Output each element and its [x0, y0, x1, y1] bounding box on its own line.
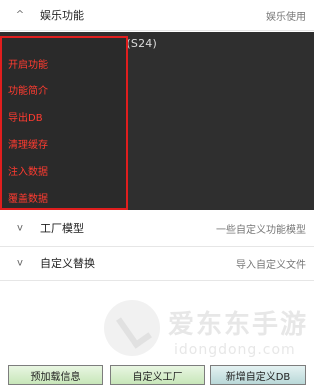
chevron-up-icon: ^	[15, 9, 25, 21]
divider	[0, 280, 314, 281]
row-entertainment[interactable]: ^ 娱乐功能 娱乐使用	[0, 0, 314, 30]
menu-item-overwrite-data[interactable]: 覆盖数据	[8, 190, 48, 205]
menu-item-enable[interactable]: 开启功能	[8, 56, 48, 71]
divider	[0, 30, 314, 31]
watermark-logo-icon	[104, 300, 160, 356]
menu-item-intro[interactable]: 功能简介	[8, 82, 48, 97]
row-custom-replace[interactable]: v 自定义替换 导入自定义文件	[0, 248, 314, 278]
preload-info-button[interactable]: 预加载信息	[8, 365, 103, 385]
menu-item-export-db[interactable]: 导出DB	[8, 109, 43, 124]
row-factory-mode[interactable]: v 工厂模型 一些自定义功能模型	[0, 213, 314, 243]
divider	[0, 246, 314, 247]
watermark-text: 爱东东手游	[168, 310, 309, 340]
watermark-url: idongdong.com	[174, 342, 296, 358]
row-description: 一些自定义功能模型	[216, 224, 306, 236]
row-title: 自定义替换	[40, 257, 95, 270]
chevron-down-icon: v	[17, 222, 23, 234]
context-menu: 开启功能 功能简介 导出DB 清理缓存 注入数据 覆盖数据	[0, 36, 128, 210]
chevron-down-icon: v	[17, 257, 23, 269]
row-description: 娱乐使用	[266, 11, 306, 23]
row-title: 娱乐功能	[40, 9, 84, 22]
menu-item-clear-cache[interactable]: 清理缓存	[8, 136, 48, 151]
row-description: 导入自定义文件	[236, 259, 306, 271]
row-title: 工厂模型	[40, 222, 84, 235]
menu-item-inject-data[interactable]: 注入数据	[8, 163, 48, 178]
custom-factory-button[interactable]: 自定义工厂	[110, 365, 205, 385]
add-custom-db-button[interactable]: 新增自定义DB	[210, 365, 306, 385]
